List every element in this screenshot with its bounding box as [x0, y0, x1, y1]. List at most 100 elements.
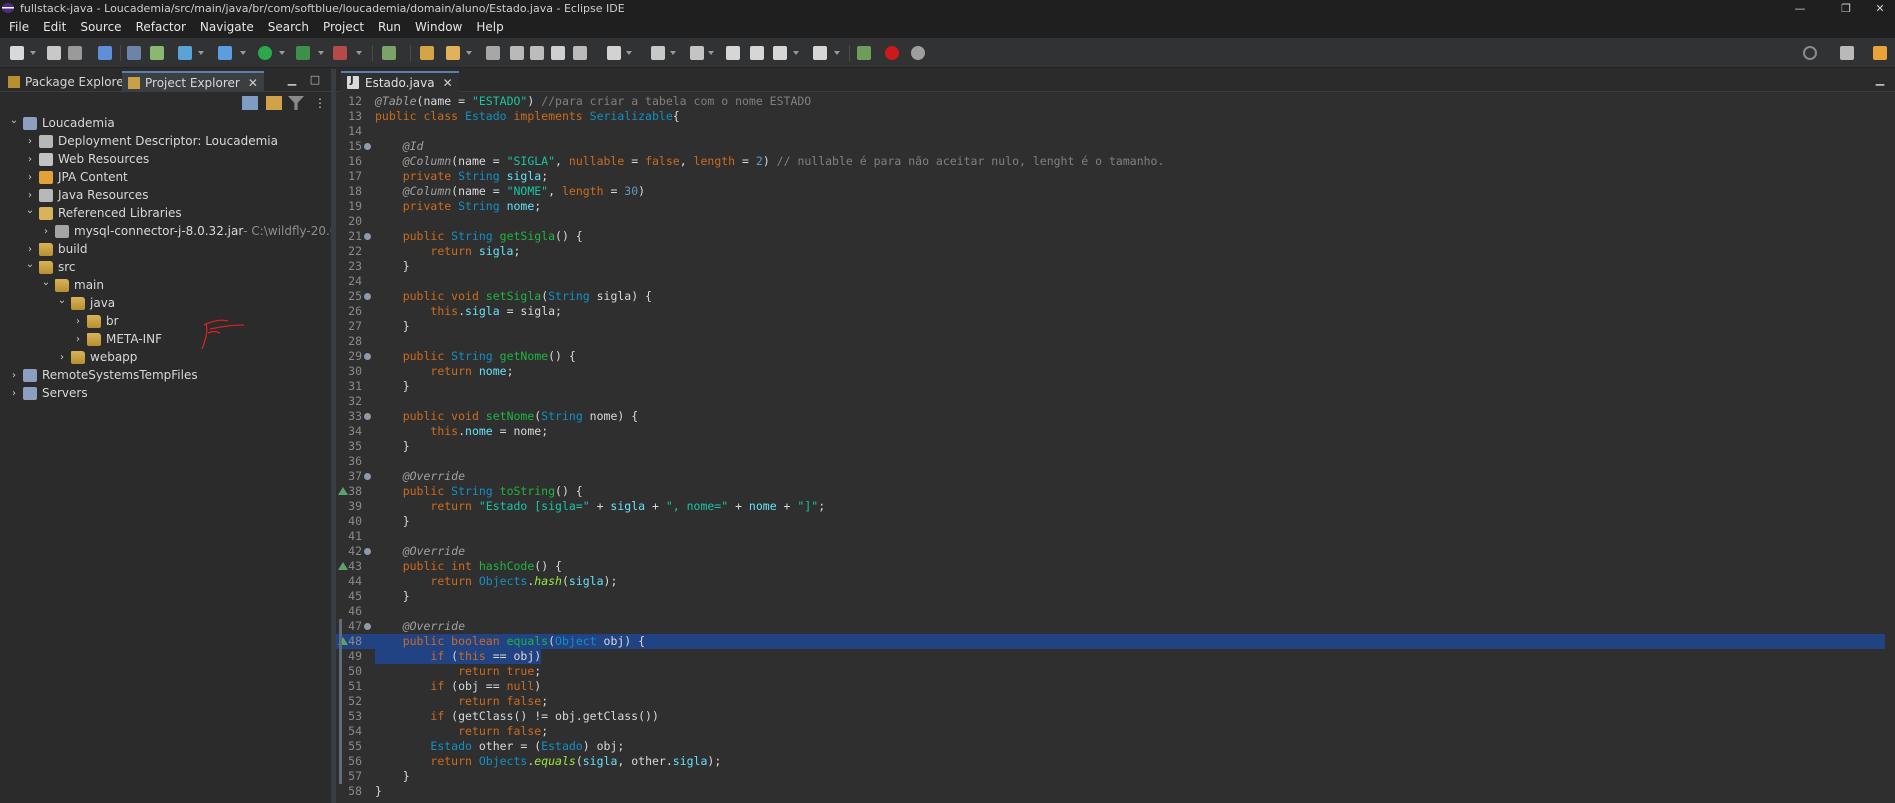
- code-line[interactable]: 17 private String sigla;: [336, 169, 1885, 184]
- view-menu-icon[interactable]: ⋮: [312, 96, 328, 110]
- refresh-icon[interactable]: [178, 46, 192, 60]
- code-line[interactable]: 36: [336, 454, 1885, 469]
- code-line[interactable]: 24: [336, 274, 1885, 289]
- pin-editor-dropdown-icon[interactable]: [708, 51, 714, 55]
- tree-item[interactable]: › br: [72, 312, 119, 330]
- code-line[interactable]: 42 @Override: [336, 544, 1885, 559]
- chevron-down-icon[interactable]: ⌄: [56, 295, 68, 306]
- prev-annotation-dropdown-icon[interactable]: [670, 51, 676, 55]
- tree-item[interactable]: › JPA Content: [24, 168, 128, 186]
- last-edit-location-icon[interactable]: [726, 46, 740, 60]
- tree-item[interactable]: ⌄ java: [56, 294, 115, 312]
- next-annotation-dropdown-icon[interactable]: [626, 51, 632, 55]
- debug-dropdown-icon[interactable]: [240, 51, 246, 55]
- code-line[interactable]: 32: [336, 394, 1885, 409]
- open-perspective-right-icon[interactable]: [1840, 46, 1854, 60]
- coverage-icon[interactable]: [296, 46, 310, 60]
- fold-toggle-icon[interactable]: [364, 233, 371, 240]
- code-line[interactable]: 55 Estado other = (Estado) obj;: [336, 739, 1885, 754]
- tree-item[interactable]: ⌄ main: [40, 276, 104, 294]
- code-line[interactable]: 52 return false;: [336, 694, 1885, 709]
- code-line[interactable]: 34 this.nome = nome;: [336, 424, 1885, 439]
- chevron-right-icon[interactable]: ›: [24, 136, 36, 147]
- search-icon[interactable]: [1803, 46, 1817, 60]
- maximize-view-icon[interactable]: □: [308, 73, 322, 87]
- chevron-right-icon[interactable]: ›: [24, 154, 36, 165]
- forward-history-icon[interactable]: [750, 46, 764, 60]
- new-icon[interactable]: [10, 46, 24, 60]
- menu-file[interactable]: File: [2, 20, 36, 34]
- minimize-editor-icon[interactable]: ▁: [1873, 73, 1887, 87]
- code-line[interactable]: 50 return true;: [336, 664, 1885, 679]
- code-line[interactable]: 13 public class Estado implements Seriali…: [336, 109, 1885, 124]
- new-java-project-icon[interactable]: [382, 46, 396, 60]
- tree-item[interactable]: › build: [24, 240, 88, 258]
- word-wrap-icon[interactable]: [551, 46, 565, 60]
- code-line[interactable]: 56 return Objects.equals(sigla, other.si…: [336, 754, 1885, 769]
- code-line[interactable]: 53 if (getClass() != obj.getClass()): [336, 709, 1885, 724]
- chevron-right-icon[interactable]: ›: [24, 190, 36, 201]
- forward-arrow-icon[interactable]: [813, 46, 827, 60]
- code-line[interactable]: 22 return sigla;: [336, 244, 1885, 259]
- code-line[interactable]: 44 return Objects.hash(sigla);: [336, 574, 1885, 589]
- fold-toggle-icon[interactable]: [364, 548, 371, 555]
- code-line[interactable]: 30 return nome;: [336, 364, 1885, 379]
- chevron-right-icon[interactable]: ›: [40, 226, 52, 237]
- code-line[interactable]: 57 }: [336, 769, 1885, 784]
- open-type-icon[interactable]: [420, 46, 434, 60]
- code-area[interactable]: 12 @Table(name = "ESTADO") //para criar a…: [336, 92, 1885, 803]
- skip-breakpoints-icon[interactable]: [127, 46, 141, 60]
- code-line[interactable]: 39 return "Estado [sigla=" + sigla + ", …: [336, 499, 1885, 514]
- code-line[interactable]: 28: [336, 334, 1885, 349]
- menu-navigate[interactable]: Navigate: [193, 20, 261, 34]
- code-line[interactable]: 40 }: [336, 514, 1885, 529]
- menu-refactor[interactable]: Refactor: [129, 20, 193, 34]
- chevron-down-icon[interactable]: ⌄: [24, 205, 36, 216]
- chevron-down-icon[interactable]: ⌄: [40, 277, 52, 288]
- external-run-icon[interactable]: [333, 46, 347, 60]
- menu-window[interactable]: Window: [408, 20, 469, 34]
- code-line[interactable]: 46: [336, 604, 1885, 619]
- chevron-right-icon[interactable]: ›: [24, 172, 36, 183]
- chevron-right-icon[interactable]: ›: [24, 244, 36, 255]
- code-line[interactable]: 48 public boolean equals(Object obj) {: [336, 634, 1885, 649]
- code-line[interactable]: 19 private String nome;: [336, 199, 1885, 214]
- tree-item[interactable]: › RemoteSystemsTempFiles: [8, 366, 198, 384]
- minimize-button[interactable]: —: [1780, 0, 1820, 16]
- forward-dropdown-icon[interactable]: [834, 51, 840, 55]
- code-line[interactable]: 23 }: [336, 259, 1885, 274]
- tree-item[interactable]: ⌄ Loucademia: [8, 114, 115, 132]
- tree-item[interactable]: › Deployment Descriptor: Loucademia: [24, 132, 278, 150]
- code-line[interactable]: 29 public String getNome() {: [336, 349, 1885, 364]
- red-hat-icon[interactable]: [885, 46, 899, 60]
- tab-project-explorer[interactable]: Project Explorer ✕: [122, 71, 264, 92]
- code-line[interactable]: 12 @Table(name = "ESTADO") //para criar a…: [336, 94, 1885, 109]
- code-line[interactable]: 18 @Column(name = "NOME", length = 30): [336, 184, 1885, 199]
- code-line[interactable]: 38 public String toString() {: [336, 484, 1885, 499]
- external-run-dropdown-icon[interactable]: [356, 51, 362, 55]
- open-task-icon[interactable]: [446, 46, 460, 60]
- code-line[interactable]: 20: [336, 214, 1885, 229]
- menu-project[interactable]: Project: [316, 20, 371, 34]
- chevron-right-icon[interactable]: ›: [72, 316, 84, 327]
- code-line[interactable]: 58}: [336, 784, 1885, 799]
- code-line[interactable]: 27 }: [336, 319, 1885, 334]
- terminal-icon[interactable]: [98, 46, 112, 60]
- open-task-dropdown-icon[interactable]: [466, 51, 472, 55]
- code-line[interactable]: 21 public String getSigla() {: [336, 229, 1885, 244]
- menu-source[interactable]: Source: [73, 20, 128, 34]
- debug-icon[interactable]: [218, 46, 232, 60]
- chevron-down-icon[interactable]: ⌄: [24, 259, 36, 270]
- fold-toggle-icon[interactable]: [364, 353, 371, 360]
- code-line[interactable]: 26 this.sigla = sigla;: [336, 304, 1885, 319]
- refresh-dropdown-icon[interactable]: [198, 51, 204, 55]
- code-line[interactable]: 54 return false;: [336, 724, 1885, 739]
- overview-ruler[interactable]: [1885, 92, 1895, 803]
- toggle-block-selection-icon[interactable]: [510, 46, 524, 60]
- tab-package-explorer[interactable]: Package Explorer: [2, 71, 135, 92]
- code-line[interactable]: 47 @Override: [336, 619, 1885, 634]
- code-line[interactable]: 41: [336, 529, 1885, 544]
- code-line[interactable]: 16 @Column(name = "SIGLA", nullable = fa…: [336, 154, 1885, 169]
- code-line[interactable]: 35 }: [336, 439, 1885, 454]
- menu-search[interactable]: Search: [261, 20, 316, 34]
